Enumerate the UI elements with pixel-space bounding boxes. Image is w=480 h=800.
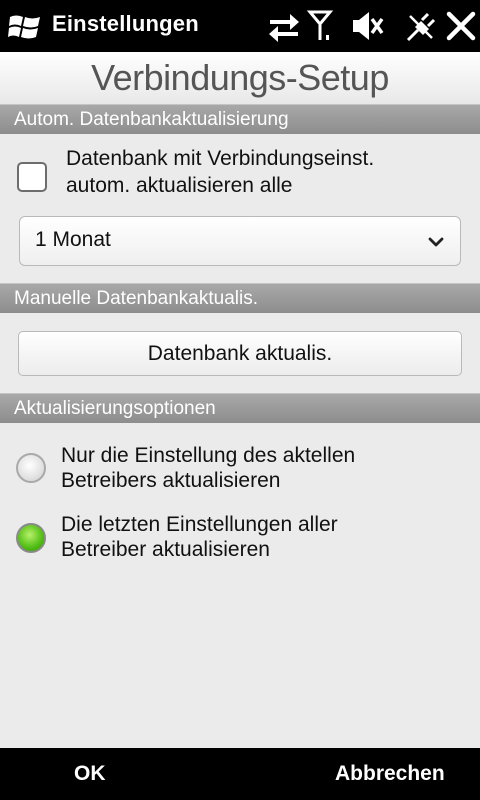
auto-update-checkbox[interactable] <box>17 162 47 192</box>
page-title: Verbindungs-Setup <box>0 52 480 104</box>
option2-line-1: Die letzten Einstellungen aller <box>61 513 338 536</box>
cancel-button[interactable]: Abbrechen <box>335 762 445 786</box>
windows-logo-icon[interactable] <box>8 12 42 42</box>
radio-all-operators-label[interactable]: Die letzten Einstellungen aller Betreibe… <box>61 512 338 562</box>
option2-line-2: Betreiber aktualisieren <box>61 538 270 561</box>
speaker-muted-icon[interactable] <box>349 8 385 44</box>
status-bar: Einstellungen <box>0 0 480 52</box>
update-interval-dropdown[interactable]: 1 Monat <box>19 216 461 266</box>
chevron-down-icon <box>426 232 446 252</box>
option1-line-2: Betreibers aktualisieren <box>61 469 281 492</box>
softkey-bar: OK Abbrechen <box>0 748 480 800</box>
signal-icon[interactable] <box>306 8 342 44</box>
data-transfer-icon[interactable] <box>266 8 302 44</box>
close-icon[interactable] <box>443 8 479 44</box>
auto-update-label-line-1: Datenbank mit Verbindungseinst. <box>66 147 375 170</box>
radio-current-operator-label[interactable]: Nur die Einstellung des aktellen Betreib… <box>61 443 355 493</box>
section-header-auto-update: Autom. Datenbankaktualisierung <box>0 104 480 134</box>
ok-button[interactable]: OK <box>74 762 106 786</box>
update-interval-value: 1 Monat <box>35 228 111 251</box>
auto-update-label-line-2: autom. aktualisieren alle <box>66 174 293 197</box>
section-header-update-options: Aktualisierungsoptionen <box>0 393 480 423</box>
app-title[interactable]: Einstellungen <box>52 11 199 37</box>
radio-all-operators[interactable] <box>16 523 46 553</box>
option1-line-1: Nur die Einstellung des aktellen <box>61 444 356 467</box>
update-database-button[interactable]: Datenbank aktualis. <box>18 331 462 376</box>
radio-current-operator[interactable] <box>16 453 46 483</box>
power-plug-icon[interactable] <box>402 8 438 44</box>
auto-update-checkbox-label[interactable]: Datenbank mit Verbindungseinst. autom. a… <box>66 145 374 199</box>
section-header-manual-update: Manuelle Datenbankaktualis. <box>0 283 480 313</box>
